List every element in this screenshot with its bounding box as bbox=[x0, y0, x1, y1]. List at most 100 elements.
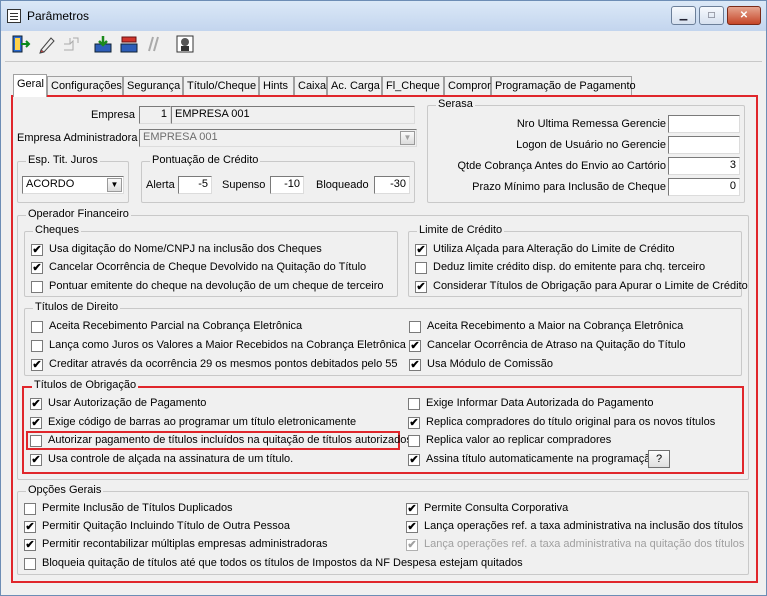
close-button[interactable]: ✕ bbox=[727, 6, 761, 25]
tab-caixa[interactable]: Caixa bbox=[294, 76, 327, 96]
cancel-button[interactable] bbox=[119, 34, 141, 56]
chevron-down-icon[interactable]: ▼ bbox=[400, 131, 415, 145]
checkbox[interactable]: ✔ bbox=[30, 417, 42, 429]
checkbox-label: Permitir Quitação Incluindo Título de Ou… bbox=[42, 520, 291, 532]
logon-field[interactable] bbox=[668, 136, 740, 154]
empresa-adm-label: Empresa Administradora bbox=[17, 132, 138, 144]
checkbox[interactable]: ✔ bbox=[409, 359, 421, 371]
checkbox[interactable]: ✔ bbox=[415, 281, 427, 293]
search-button[interactable] bbox=[145, 34, 167, 56]
checkbox[interactable]: ✔ bbox=[31, 262, 43, 274]
checkbox[interactable]: ✔ bbox=[406, 503, 418, 515]
empresa-code-field[interactable]: 1 bbox=[139, 106, 171, 124]
empresa-adm-select[interactable]: EMPRESA 001 ▼ bbox=[139, 129, 417, 147]
titulos-obrigacao-group: Títulos de Obrigação ✔ Usar Autorização d… bbox=[22, 379, 744, 474]
exit-button[interactable] bbox=[11, 34, 33, 56]
tab-fl-cheque[interactable]: Fl_Cheque bbox=[382, 76, 444, 96]
minimize-button[interactable]: ▁ bbox=[671, 6, 696, 25]
checkbox[interactable] bbox=[31, 281, 43, 293]
qtde-cobranca-label: Qtde Cobrança Antes do Envio ao Cartório bbox=[457, 160, 666, 172]
geral-panel: Empresa 1 EMPRESA 001 Empresa Administra… bbox=[11, 95, 758, 583]
logon-label: Logon de Usuário no Gerencie bbox=[516, 139, 666, 151]
checkbox-label: Replica compradores do título original p… bbox=[426, 416, 716, 428]
direito-title: Títulos de Direito bbox=[33, 301, 121, 313]
checkbox-label: Usa digitação do Nome/CNPJ na inclusão d… bbox=[49, 243, 322, 255]
checkbox-label: Autorizar pagamento de títulos incluídos… bbox=[48, 434, 412, 446]
checkbox[interactable]: ✔ bbox=[31, 359, 43, 371]
checkbox-label: Utiliza Alçada para Alteração do Limite … bbox=[433, 243, 675, 255]
new-icon bbox=[64, 37, 79, 51]
checkbox[interactable] bbox=[409, 321, 421, 333]
checkbox[interactable] bbox=[24, 503, 36, 515]
checkbox[interactable] bbox=[408, 435, 420, 447]
help-button[interactable] bbox=[175, 34, 197, 56]
checkbox[interactable]: ✔ bbox=[409, 340, 421, 352]
checkbox: ✔ bbox=[406, 539, 418, 551]
checkbox[interactable]: ✔ bbox=[24, 539, 36, 551]
nro-remessa-field[interactable] bbox=[668, 115, 740, 133]
edit-icon bbox=[39, 37, 55, 54]
save-button[interactable] bbox=[93, 34, 115, 56]
checkbox[interactable]: ✔ bbox=[406, 521, 418, 533]
checkbox[interactable]: ✔ bbox=[24, 521, 36, 533]
checkbox-label: Creditar através da ocorrência 29 os mes… bbox=[49, 358, 398, 370]
tab-ac-carga[interactable]: Ac. Carga bbox=[327, 76, 382, 96]
checkbox-label: Exige código de barras ao programar um t… bbox=[48, 416, 357, 428]
qtde-cobranca-field[interactable]: 3 bbox=[668, 157, 740, 175]
tab-seguranca[interactable]: Segurança bbox=[123, 76, 183, 96]
help-question-button[interactable]: ? bbox=[648, 450, 670, 468]
prazo-minimo-label: Prazo Mínimo para Inclusão de Cheque bbox=[472, 181, 666, 193]
checkbox[interactable]: ✔ bbox=[408, 454, 420, 466]
tab-programacao-pagamento[interactable]: Programação de Pagamento bbox=[491, 76, 636, 96]
checkbox[interactable] bbox=[31, 321, 43, 333]
checkbox[interactable] bbox=[31, 340, 43, 352]
checkbox-label: Lança operações ref. a taxa administrati… bbox=[424, 520, 744, 532]
obrigacao-title: Títulos de Obrigação bbox=[32, 379, 139, 391]
maximize-button[interactable]: □ bbox=[699, 6, 724, 25]
tab-hints[interactable]: Hints bbox=[259, 76, 294, 96]
cheques-title: Cheques bbox=[33, 224, 82, 236]
checkbox[interactable]: ✔ bbox=[30, 398, 42, 410]
window-title: Parâmetros bbox=[27, 9, 90, 23]
checkbox[interactable] bbox=[30, 435, 42, 447]
app-icon bbox=[7, 9, 21, 23]
checkbox-label: Lança operações ref. a taxa administrati… bbox=[424, 538, 745, 550]
cheques-group: Cheques ✔ Usa digitação do Nome/CNPJ na i… bbox=[24, 224, 398, 297]
pontuacao-group: Pontuação de Crédito Alerta -5 Supenso -… bbox=[141, 154, 415, 203]
operador-financeiro-group: Operador Financeiro Cheques ✔ Usa digitaç… bbox=[17, 208, 749, 480]
checkbox[interactable] bbox=[24, 558, 36, 570]
checkbox-label: Aceita Recebimento a Maior na Cobrança E… bbox=[427, 320, 684, 332]
opcoes-title: Opções Gerais bbox=[26, 484, 104, 496]
checkbox[interactable]: ✔ bbox=[415, 244, 427, 256]
bloqueado-field[interactable]: -30 bbox=[374, 176, 410, 194]
checkbox[interactable]: ✔ bbox=[30, 454, 42, 466]
alerta-label: Alerta bbox=[146, 179, 175, 191]
checkbox-label: Usar Autorização de Pagamento bbox=[48, 397, 207, 409]
checkbox-label: Assina título automaticamente na program… bbox=[426, 453, 660, 465]
tab-geral[interactable]: Geral bbox=[13, 74, 47, 97]
supenso-label: Supenso bbox=[222, 179, 266, 191]
title-bar: Parâmetros ▁ □ ✕ bbox=[1, 1, 766, 31]
checkbox-label: Cancelar Ocorrência de Cheque Devolvido … bbox=[49, 261, 367, 273]
esp-tit-juros-select[interactable]: ACORDO ▼ bbox=[22, 176, 124, 194]
checkbox[interactable]: ✔ bbox=[31, 244, 43, 256]
parametros-window: Parâmetros ▁ □ ✕ Geral Configurações Seg bbox=[0, 0, 767, 596]
supenso-field[interactable]: -10 bbox=[270, 176, 304, 194]
prazo-minimo-field[interactable]: 0 bbox=[668, 178, 740, 196]
checkbox-label: Deduz limite crédito disp. do emitente p… bbox=[433, 261, 706, 273]
chevron-down-icon[interactable]: ▼ bbox=[107, 178, 122, 192]
edit-button[interactable] bbox=[37, 34, 59, 56]
tab-titulo-cheque[interactable]: Título/Cheque bbox=[183, 76, 259, 96]
alerta-field[interactable]: -5 bbox=[178, 176, 212, 194]
toolbar bbox=[7, 32, 207, 60]
checkbox[interactable]: ✔ bbox=[408, 417, 420, 429]
checkbox[interactable] bbox=[408, 398, 420, 410]
new-button[interactable] bbox=[61, 34, 83, 56]
serasa-group: Serasa Nro Ultima Remessa Gerencie Logon… bbox=[427, 98, 745, 203]
checkbox-label: Cancelar Ocorrência de Atraso na Quitaçã… bbox=[427, 339, 686, 351]
checkbox-label: Replica valor ao replicar compradores bbox=[426, 434, 612, 446]
checkbox[interactable] bbox=[415, 262, 427, 274]
tab-compror[interactable]: Compror bbox=[444, 76, 491, 96]
tab-configuracoes[interactable]: Configurações bbox=[47, 76, 123, 96]
checkbox-label: Permitir recontabilizar múltiplas empres… bbox=[42, 538, 328, 550]
